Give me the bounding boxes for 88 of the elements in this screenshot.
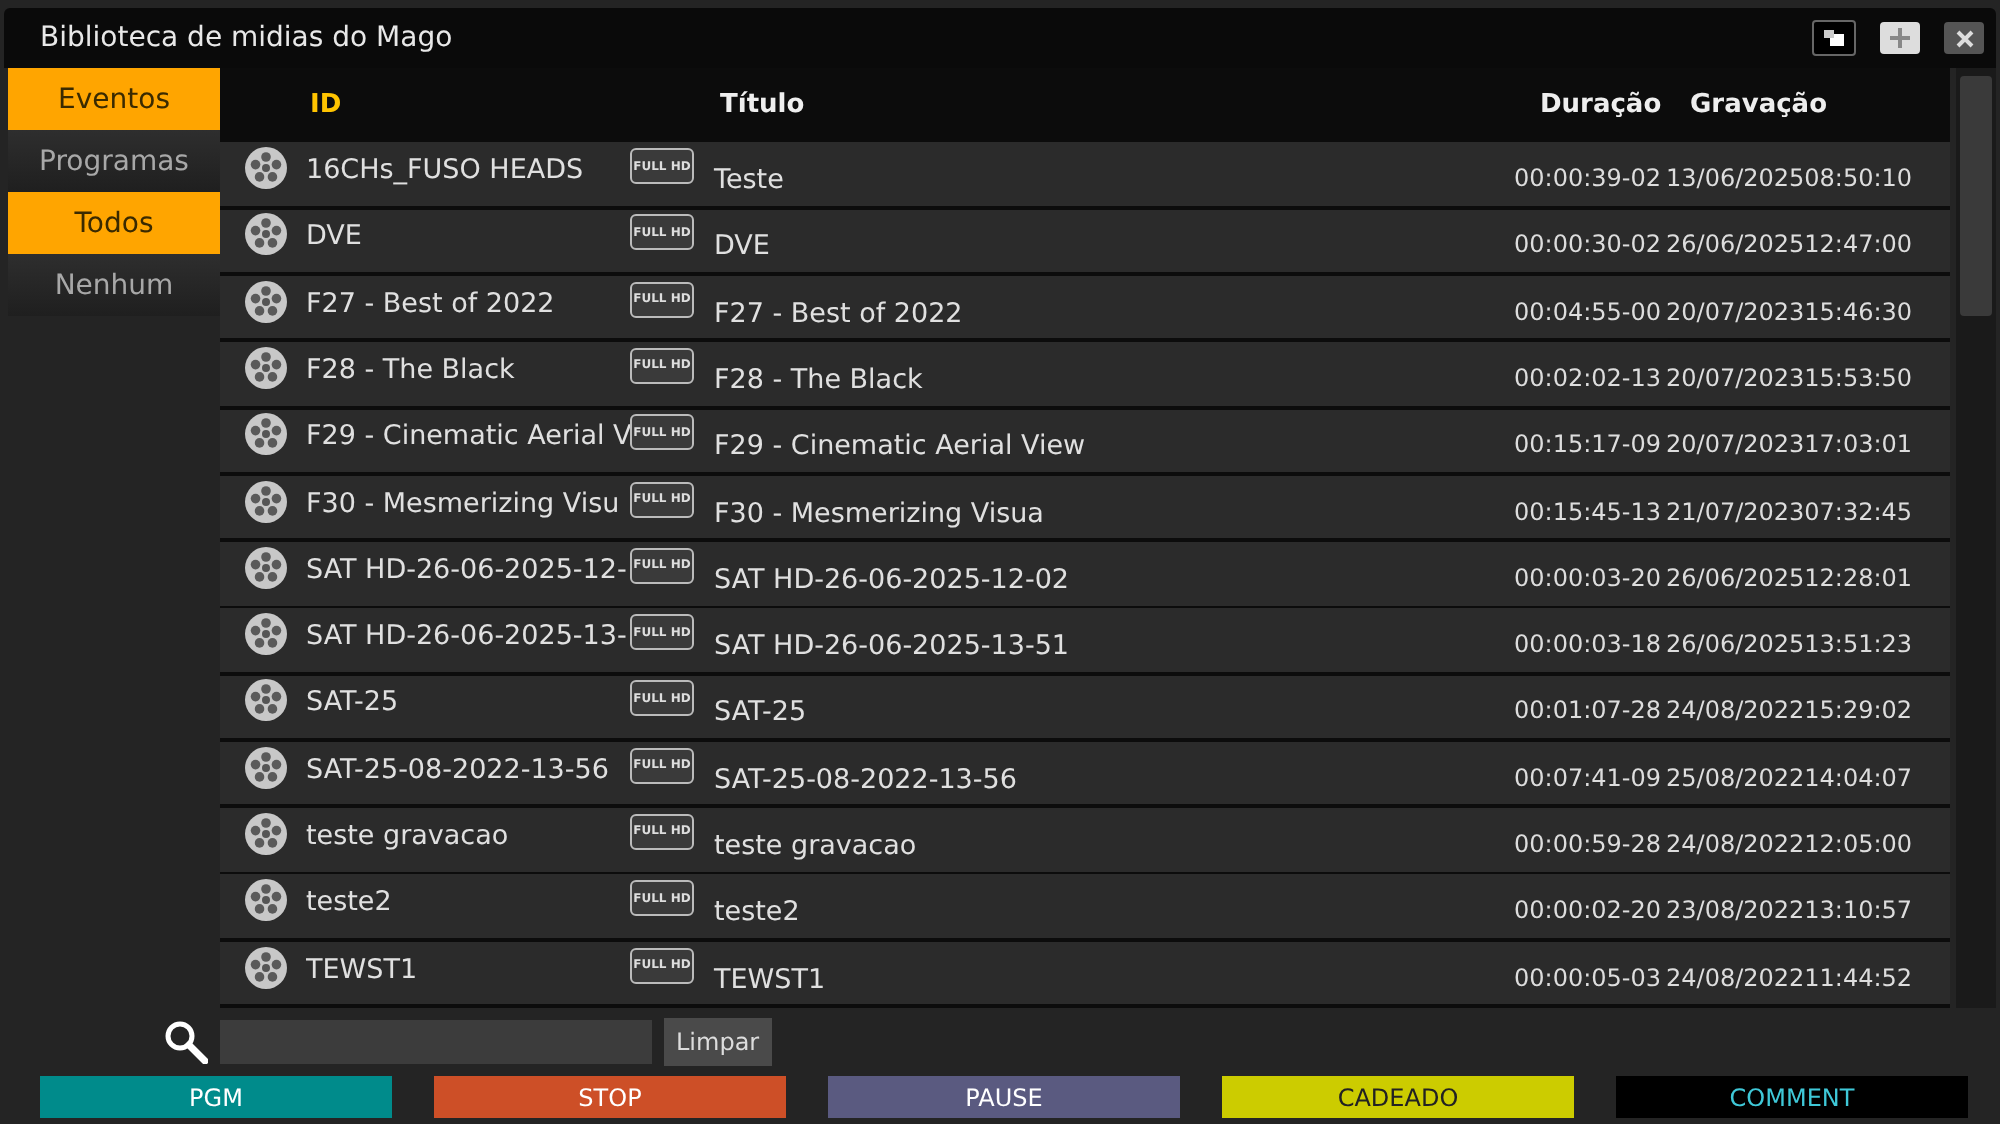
table-cell-text: teste gravacao bbox=[306, 819, 511, 852]
table-cell-text: F30 - Mesmerizing Visu bbox=[306, 487, 622, 520]
table-cell-text: F28 - The Black bbox=[306, 353, 517, 386]
table-cell-text: 00:07:41-09 bbox=[1514, 763, 1663, 792]
table-cell: 13/06/202508:50:10 bbox=[1666, 164, 1910, 193]
table-cell-text: 00:00:30-02 bbox=[1514, 230, 1663, 259]
table-cell-text: 00:00:59-28 bbox=[1514, 829, 1663, 858]
table-cell: 20/07/202317:03:01 bbox=[1666, 430, 1910, 459]
table-cell-text: 00:00:05-03 bbox=[1514, 963, 1663, 991]
clear-button[interactable]: Limpar bbox=[664, 1018, 772, 1066]
table-cell-text: F29 - Cinematic Aerial View bbox=[714, 430, 1088, 463]
table-cell: 24/08/202215:29:02 bbox=[1666, 696, 1910, 725]
sidebar-item[interactable]: Nenhum bbox=[8, 254, 220, 316]
table-cell-text: teste2 bbox=[306, 886, 394, 919]
table-cell: 25/08/202214:04:07 bbox=[1666, 763, 1910, 792]
table-cell-text: DVE bbox=[306, 220, 364, 253]
table-cell-text: F28 - The Black bbox=[714, 363, 925, 396]
column-header[interactable]: Título bbox=[720, 90, 1540, 121]
film-reel-icon bbox=[244, 545, 288, 590]
table-cell-text: SAT-25 bbox=[306, 686, 401, 719]
table-cell-text: 00:15:17-09 bbox=[1514, 430, 1663, 459]
table-cell-text: 00:00:02-20 bbox=[1514, 896, 1663, 925]
column-header[interactable]: ID bbox=[310, 90, 720, 121]
table-cell: 20/07/202315:46:30 bbox=[1666, 297, 1910, 326]
film-reel-icon bbox=[244, 745, 288, 790]
sidebar-item[interactable]: Programas bbox=[8, 130, 220, 192]
film-reel-icon bbox=[244, 412, 288, 457]
table-cell-text: F27 - Best of 2022 bbox=[714, 297, 965, 330]
table-cell-text: 00:01:07-28 bbox=[1514, 696, 1663, 725]
close-button[interactable] bbox=[1944, 22, 1984, 54]
table-cell-text: Teste bbox=[714, 164, 786, 197]
table-cell-text: 00:04:55-00 bbox=[1514, 297, 1663, 326]
table-cell-text: SAT-25 bbox=[714, 696, 809, 729]
film-reel-icon bbox=[244, 612, 288, 657]
table-cell: 26/06/202512:28:01 bbox=[1666, 563, 1910, 592]
film-reel-icon bbox=[244, 146, 288, 191]
table-cell-text: 00:02:02-13 bbox=[1514, 363, 1663, 392]
search-icon bbox=[164, 1020, 208, 1064]
action-button[interactable]: PGM bbox=[40, 1076, 392, 1118]
table-cell: 24/08/202212:05:00 bbox=[1666, 829, 1910, 858]
action-button[interactable]: CADEADO bbox=[1222, 1076, 1574, 1118]
windows-icon bbox=[1824, 30, 1844, 46]
table-cell: 23/08/202213:10:57 bbox=[1666, 896, 1910, 925]
search-field[interactable] bbox=[220, 1020, 652, 1064]
table-cell-text: 00:00:39-02 bbox=[1514, 164, 1663, 193]
table-cell-text: 16CHs_FUSO HEADS bbox=[306, 154, 586, 187]
table-cell-text: DVE bbox=[714, 230, 772, 263]
table-cell-text: 00:00:03-20 bbox=[1514, 563, 1663, 592]
column-header[interactable]: Duração bbox=[1540, 90, 1690, 121]
film-reel-icon bbox=[244, 678, 288, 723]
table-cell-text: SAT HD-26-06-2025-12- bbox=[306, 553, 629, 586]
table-cell-text: F30 - Mesmerizing Visua bbox=[714, 497, 1046, 530]
action-button[interactable]: STOP bbox=[434, 1076, 786, 1118]
table-cell: 20/07/202315:53:50 bbox=[1666, 363, 1910, 392]
add-button[interactable] bbox=[1880, 22, 1920, 54]
table-cell-text: SAT-25-08-2022-13-56 bbox=[714, 763, 1019, 796]
scrollbar[interactable] bbox=[1956, 68, 1996, 1008]
table-cell-text: F27 - Best of 2022 bbox=[306, 287, 557, 320]
table-cell-text: teste2 bbox=[714, 896, 802, 929]
table-cell: 24/08/202211:44:52 bbox=[1666, 963, 1910, 991]
table-cell: 21/07/202307:32:45 bbox=[1666, 497, 1910, 526]
sidebar-item[interactable]: Eventos bbox=[8, 68, 220, 130]
film-reel-icon bbox=[244, 878, 288, 923]
sidebar-item[interactable]: Todos bbox=[8, 192, 220, 254]
film-reel-icon bbox=[244, 811, 288, 856]
table-cell-text: SAT HD-26-06-2025-13- bbox=[306, 620, 629, 653]
film-reel-icon bbox=[244, 945, 288, 989]
table-cell: 26/06/202513:51:23 bbox=[1666, 630, 1910, 659]
table-cell-text: SAT HD-26-06-2025-12-02 bbox=[714, 563, 1072, 596]
column-header[interactable]: Gravação bbox=[1690, 90, 2000, 121]
table-cell-text: SAT-25-08-2022-13-56 bbox=[306, 753, 611, 786]
table-cell-text: 00:00:03-18 bbox=[1514, 630, 1663, 659]
table-cell-text: teste gravacao bbox=[714, 829, 919, 862]
table-cell-text: TEWST1 bbox=[306, 953, 420, 985]
film-reel-icon bbox=[244, 345, 288, 390]
film-reel-icon bbox=[244, 279, 288, 324]
window-title: Biblioteca de midias do Mago bbox=[40, 22, 455, 54]
close-icon bbox=[1955, 29, 1973, 47]
film-reel-icon bbox=[244, 479, 288, 524]
action-button[interactable]: COMMENT bbox=[1616, 1076, 1968, 1118]
plus-icon bbox=[1888, 26, 1912, 50]
film-reel-icon bbox=[244, 212, 288, 257]
table-cell: 26/06/202512:47:00 bbox=[1666, 230, 1910, 259]
action-button[interactable]: PAUSE bbox=[828, 1076, 1180, 1118]
table-cell-text: SAT HD-26-06-2025-13-51 bbox=[714, 630, 1072, 663]
table-cell-text: 00:15:45-13 bbox=[1514, 497, 1663, 526]
restore-button[interactable] bbox=[1812, 20, 1856, 56]
table-cell-text: TEWST1 bbox=[714, 963, 828, 995]
